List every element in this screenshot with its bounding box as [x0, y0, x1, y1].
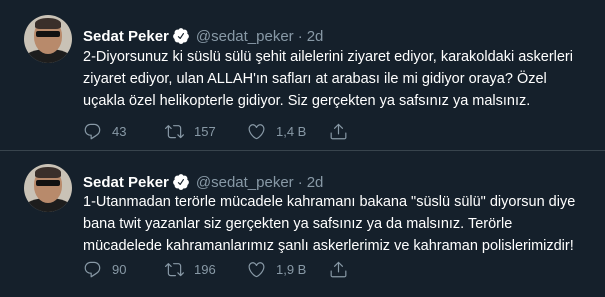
reply-icon: [83, 260, 102, 279]
retweet-count: 196: [194, 261, 216, 277]
author-handle[interactable]: @sedat_peker: [196, 28, 294, 45]
timeline: Sedat Peker @sedat_peker · 2d 2-Diyorsun…: [0, 0, 605, 297]
reply-count: 43: [112, 123, 127, 139]
retweet-button[interactable]: 157: [165, 122, 247, 141]
tweet[interactable]: Sedat Peker @sedat_peker · 2d 2-Diyorsun…: [0, 0, 605, 151]
retweet-count: 157: [194, 123, 216, 139]
retweet-button[interactable]: 196: [165, 260, 247, 279]
avatar[interactable]: [24, 15, 72, 63]
avatar[interactable]: [24, 164, 72, 212]
like-count: 1,9 B: [276, 261, 307, 277]
verified-badge-icon: [172, 27, 190, 45]
tweet-text: 1-Utanmadan terörle mücadele kahramanı b…: [83, 194, 576, 254]
timestamp[interactable]: 2d: [307, 174, 324, 191]
like-button[interactable]: 1,9 B: [247, 260, 329, 279]
reply-button[interactable]: 90: [83, 260, 165, 279]
share-button[interactable]: [329, 122, 348, 141]
heart-icon: [247, 260, 266, 279]
retweet-icon: [165, 260, 184, 279]
author-name[interactable]: Sedat Peker: [83, 28, 169, 45]
tweet[interactable]: Sedat Peker @sedat_peker · 2d 1-Utanmada…: [0, 151, 605, 297]
separator-dot: ·: [297, 27, 303, 45]
reply-icon: [83, 122, 102, 141]
tweet-actions: 90 196 1,9 B: [83, 259, 348, 279]
retweet-icon: [165, 122, 184, 141]
author-name[interactable]: Sedat Peker: [83, 174, 169, 191]
share-button[interactable]: [329, 260, 348, 279]
verified-badge-icon: [172, 173, 190, 191]
tweet-actions: 43 157 1,4 B: [83, 121, 348, 141]
reply-button[interactable]: 43: [83, 122, 165, 141]
like-button[interactable]: 1,4 B: [247, 122, 329, 141]
separator-dot: ·: [297, 173, 303, 191]
heart-icon: [247, 122, 266, 141]
tweet-header: Sedat Peker @sedat_peker · 2d: [83, 26, 323, 46]
reply-count: 90: [112, 261, 127, 277]
author-handle[interactable]: @sedat_peker: [196, 174, 294, 191]
like-count: 1,4 B: [276, 123, 307, 139]
tweet-text: 2-Diyorsunuz ki süslü sülü şehit aileler…: [83, 49, 573, 109]
share-icon: [329, 260, 348, 279]
tweet-header: Sedat Peker @sedat_peker · 2d: [83, 172, 323, 192]
timestamp[interactable]: 2d: [307, 28, 324, 45]
share-icon: [329, 122, 348, 141]
